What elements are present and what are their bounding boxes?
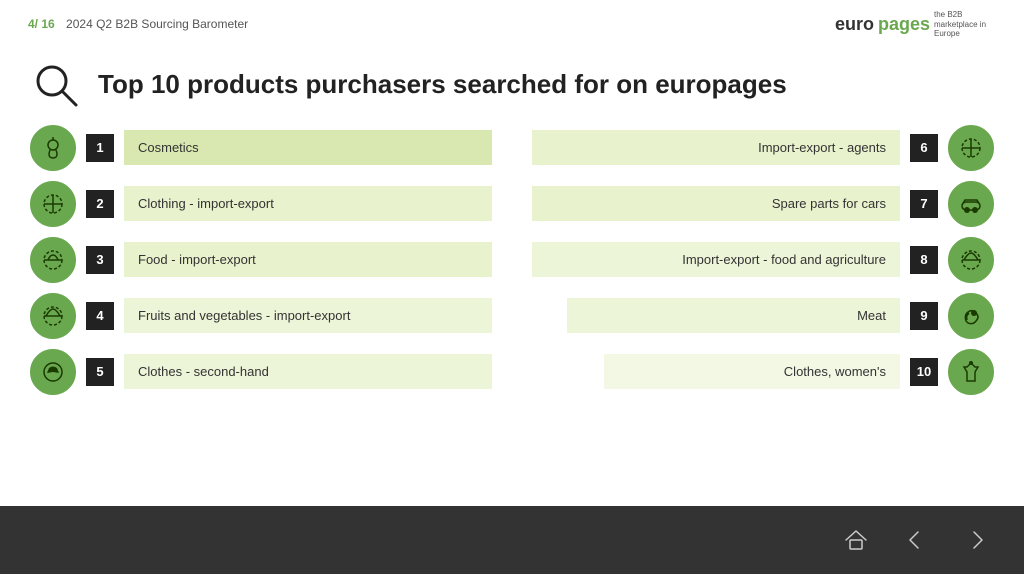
icon-cosmetics — [30, 125, 76, 171]
content-area: 1 Cosmetics 2 Clothing - import-export 3… — [0, 125, 1024, 395]
left-column: 1 Cosmetics 2 Clothing - import-export 3… — [30, 125, 492, 395]
bar-label-3: Food - import-export — [124, 242, 492, 277]
slide-number: 4/ 16 — [28, 17, 55, 31]
rank-badge-10: 10 — [910, 358, 938, 386]
bar-label-5: Clothes - second-hand — [124, 354, 492, 389]
home-button[interactable] — [838, 522, 874, 558]
icon-food — [30, 237, 76, 283]
logo: europages the B2B marketplace in Europe — [835, 10, 1004, 39]
title-section: Top 10 products purchasers searched for … — [0, 49, 1024, 125]
icon-spare-parts — [948, 181, 994, 227]
logo-pages: pages — [878, 14, 930, 35]
rank-badge-4: 4 — [86, 302, 114, 330]
list-item: 2 Clothing - import-export — [30, 181, 492, 227]
rank-badge-1: 1 — [86, 134, 114, 162]
prev-button[interactable] — [898, 522, 934, 558]
icon-import-agents — [948, 125, 994, 171]
bar-label-2: Clothing - import-export — [124, 186, 492, 221]
page-title: Top 10 products purchasers searched for … — [98, 69, 787, 100]
slide-info: 4/ 16 2024 Q2 B2B Sourcing Barometer — [20, 17, 248, 31]
header: 4/ 16 2024 Q2 B2B Sourcing Barometer eur… — [0, 0, 1024, 49]
logo-tagline: the B2B marketplace in Europe — [934, 10, 1004, 39]
bar-label-7: Spare parts for cars — [532, 186, 900, 221]
list-item: Clothes, women's 10 — [532, 349, 994, 395]
next-button[interactable] — [958, 522, 994, 558]
list-item: Meat 9 — [532, 293, 994, 339]
bar-label-9: Meat — [567, 298, 900, 333]
rank-badge-3: 3 — [86, 246, 114, 274]
barometer-title: 2024 Q2 B2B Sourcing Barometer — [66, 17, 248, 31]
icon-clothing — [30, 181, 76, 227]
rank-badge-9: 9 — [910, 302, 938, 330]
bar-label-6: Import-export - agents — [532, 130, 900, 165]
rank-badge-6: 6 — [910, 134, 938, 162]
list-item: 4 Fruits and vegetables - import-export — [30, 293, 492, 339]
rank-badge-2: 2 — [86, 190, 114, 218]
list-item: 5 Clothes - second-hand — [30, 349, 492, 395]
icon-food-agriculture — [948, 237, 994, 283]
bar-label-4: Fruits and vegetables - import-export — [124, 298, 492, 333]
rank-badge-8: 8 — [910, 246, 938, 274]
icon-clothes-secondhand — [30, 349, 76, 395]
right-column: Import-export - agents 6 Spare parts for… — [532, 125, 994, 395]
list-item: Import-export - agents 6 — [532, 125, 994, 171]
list-item: 1 Cosmetics — [30, 125, 492, 171]
search-icon — [30, 59, 82, 111]
rank-badge-5: 5 — [86, 358, 114, 386]
list-item: Import-export - food and agriculture 8 — [532, 237, 994, 283]
icon-fruits — [30, 293, 76, 339]
bar-label-10: Clothes, women's — [604, 354, 900, 389]
bar-label-1: Cosmetics — [124, 130, 492, 165]
rank-badge-7: 7 — [910, 190, 938, 218]
list-item: 3 Food - import-export — [30, 237, 492, 283]
bar-label-8: Import-export - food and agriculture — [532, 242, 900, 277]
icon-clothes-women — [948, 349, 994, 395]
list-item: Spare parts for cars 7 — [532, 181, 994, 227]
footer — [0, 506, 1024, 574]
icon-meat — [948, 293, 994, 339]
logo-euro: euro — [835, 14, 874, 35]
